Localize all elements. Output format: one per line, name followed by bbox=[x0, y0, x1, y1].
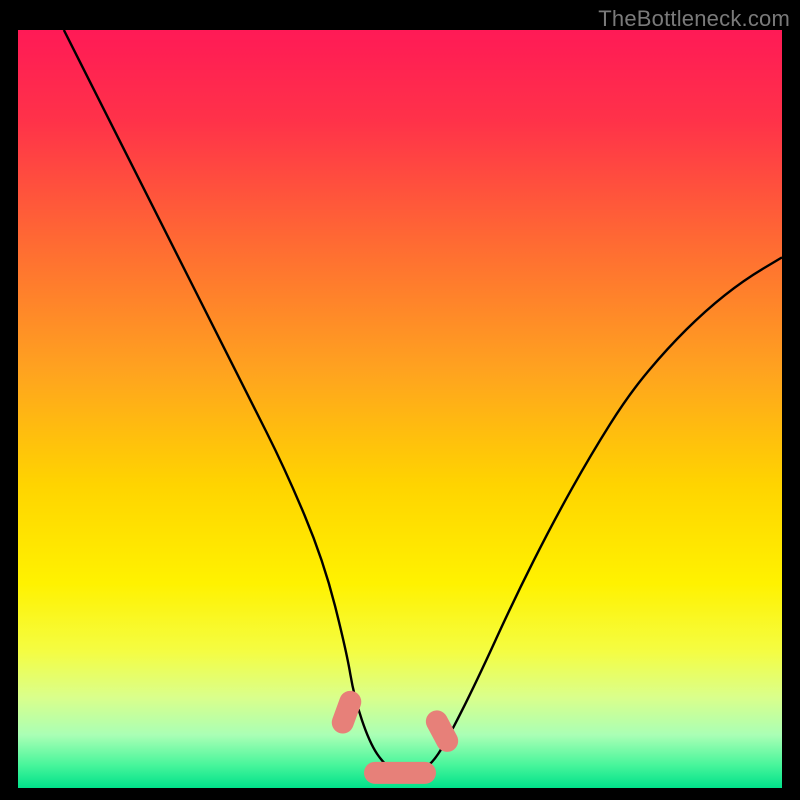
gradient-background bbox=[18, 30, 782, 788]
valley-marker bbox=[364, 762, 436, 784]
bottleneck-chart bbox=[18, 30, 782, 788]
watermark-text: TheBottleneck.com bbox=[598, 6, 790, 32]
chart-frame: TheBottleneck.com bbox=[0, 0, 800, 800]
